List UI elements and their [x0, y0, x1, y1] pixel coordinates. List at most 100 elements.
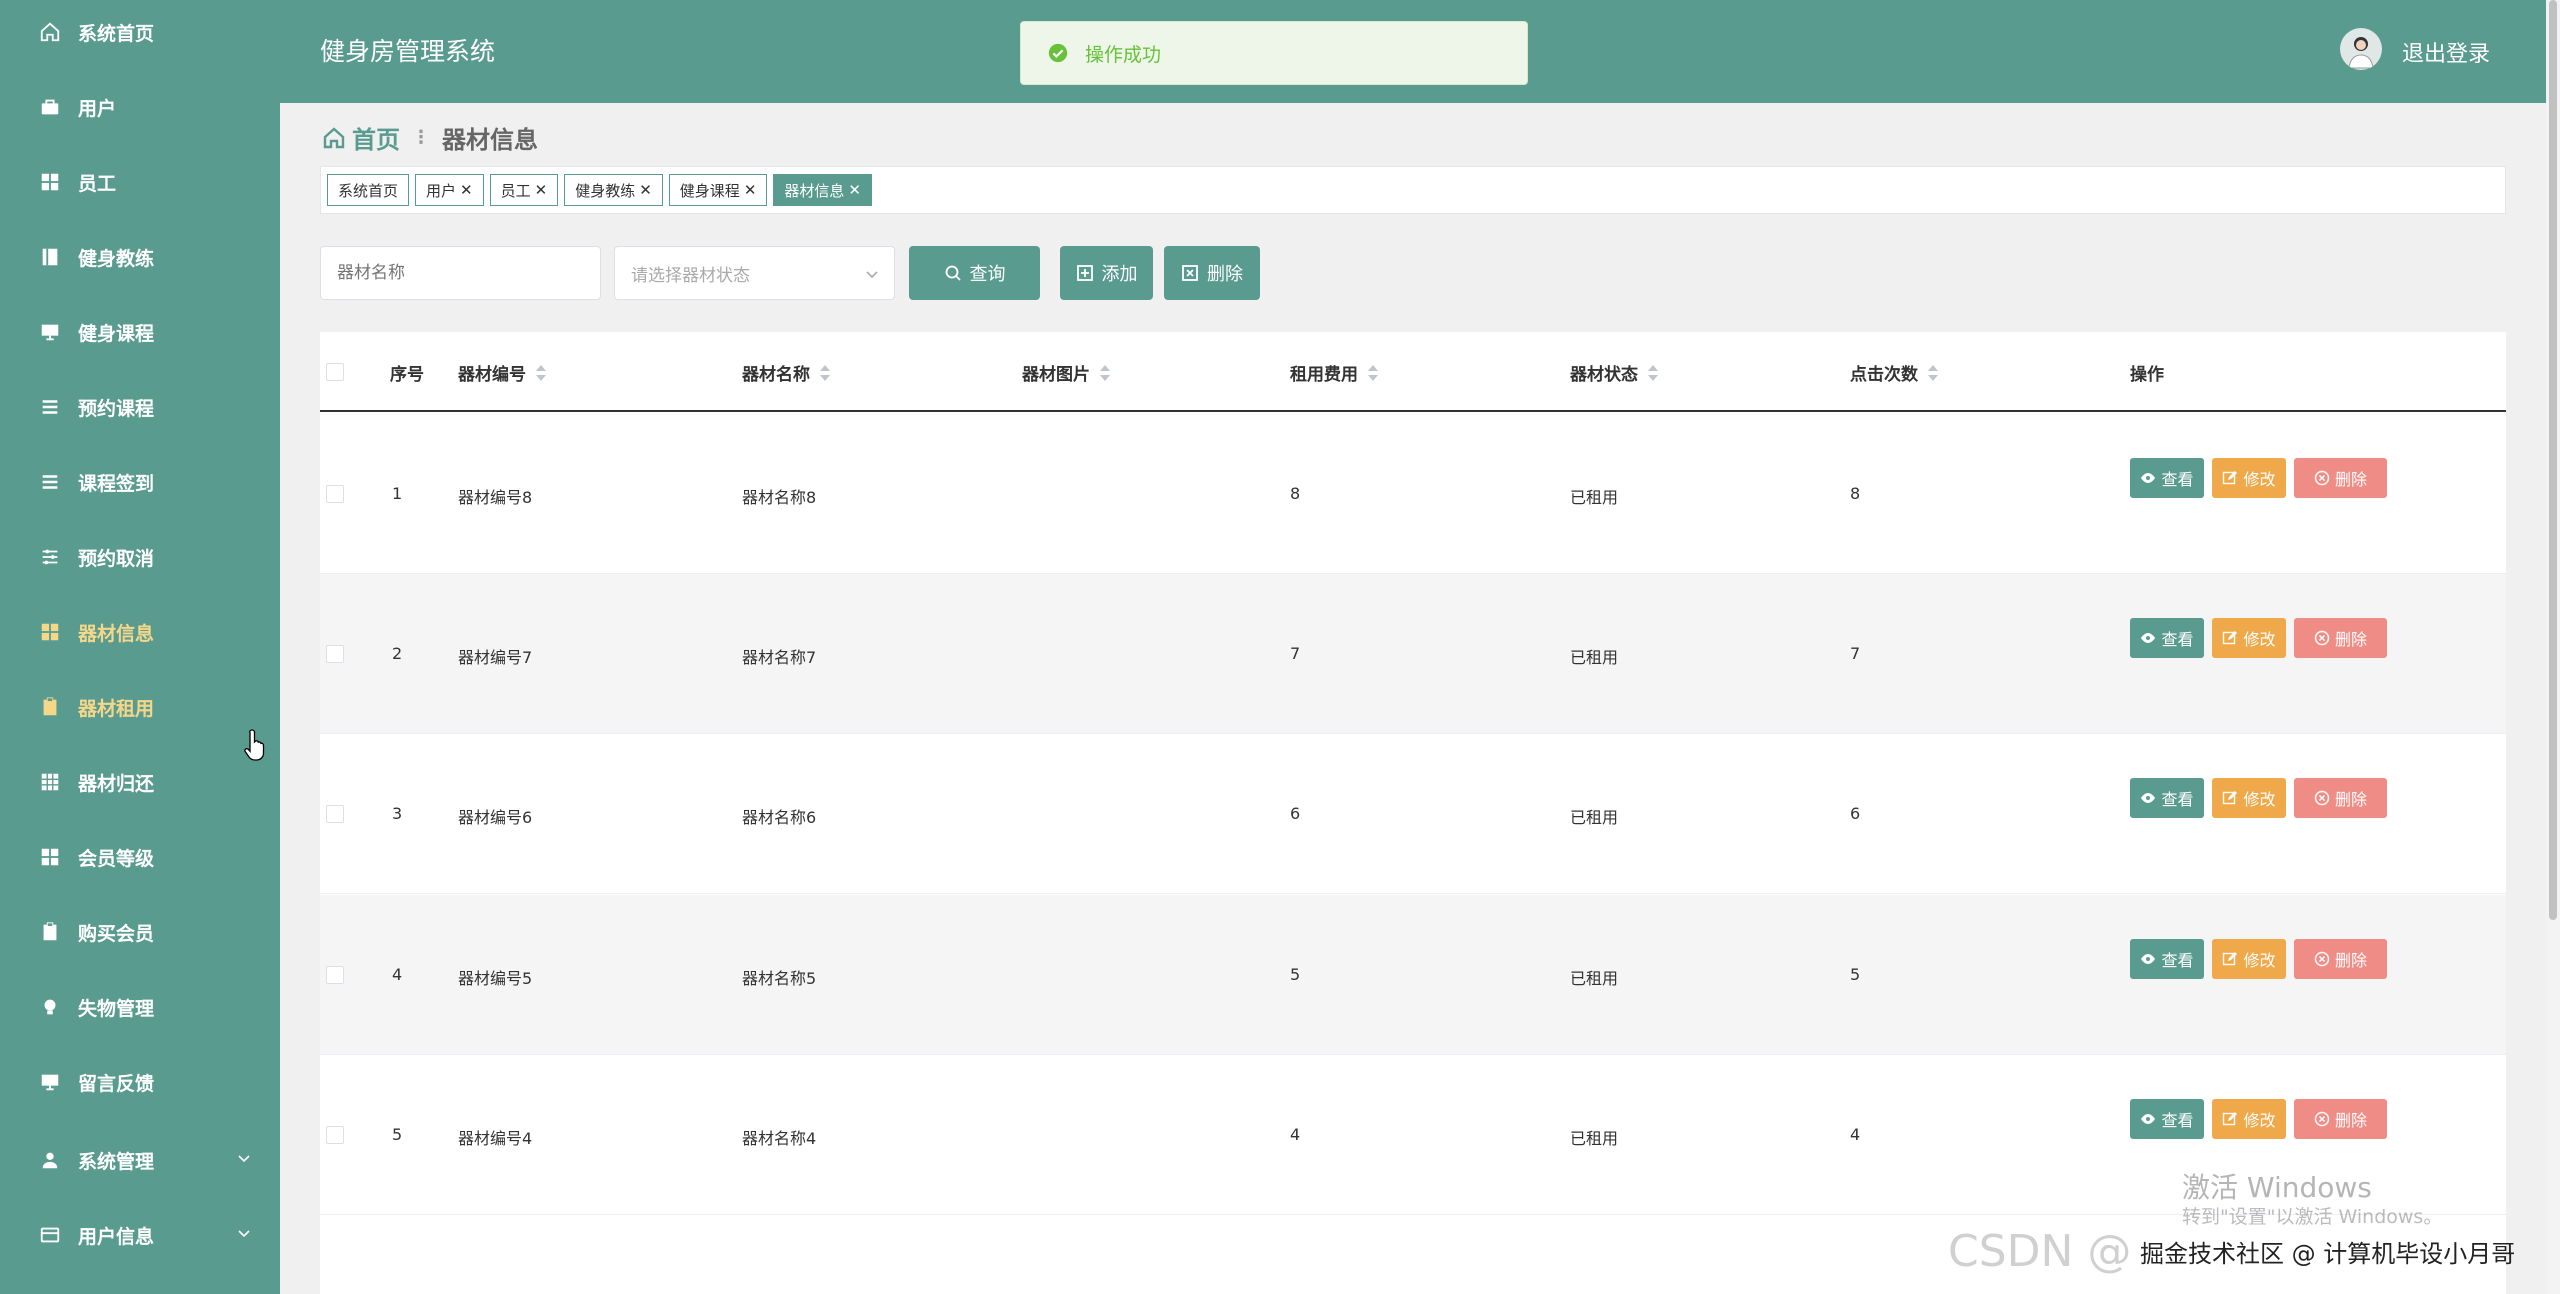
eye-icon [2141, 793, 2156, 803]
query-button[interactable]: 查询 [909, 246, 1040, 300]
close-circle-icon [2314, 951, 2330, 967]
sidebar-item-15[interactable]: 系统管理 [0, 1135, 280, 1185]
close-icon[interactable]: ✕ [848, 181, 861, 199]
view-button[interactable]: 查看 [2130, 778, 2204, 818]
sidebar-item-14[interactable]: 留言反馈 [0, 1057, 280, 1107]
sidebar-item-1[interactable]: 用户 [0, 82, 280, 132]
sidebar-item-6[interactable]: 课程签到 [0, 457, 280, 507]
sidebar-item-0[interactable]: 系统首页 [0, 7, 280, 57]
sidebar-item-13[interactable]: 失物管理 [0, 982, 280, 1032]
column-header-image[interactable]: 器材图片 [1022, 360, 1110, 385]
view-button[interactable]: 查看 [2130, 618, 2204, 658]
equipment-name-input[interactable] [320, 246, 601, 300]
edit-button[interactable]: 修改 [2212, 778, 2286, 818]
delete-button[interactable]: 删除 [2294, 939, 2387, 979]
row-checkbox[interactable] [326, 1126, 344, 1144]
close-icon[interactable]: ✕ [639, 181, 652, 199]
delete-button[interactable]: 删除 [2294, 1099, 2387, 1139]
row-checkbox[interactable] [326, 485, 344, 503]
delete-button[interactable]: 删除 [2294, 778, 2387, 818]
sidebar-item-label: 系统首页 [78, 22, 155, 45]
sidebar-item-11[interactable]: 会员等级 [0, 832, 280, 882]
sort-icon[interactable] [1648, 364, 1658, 381]
edit-button[interactable]: 修改 [2212, 618, 2286, 658]
close-circle-icon [2314, 790, 2330, 806]
cell-status: 已租用 [1570, 488, 1619, 507]
sidebar-icon [38, 395, 62, 419]
tag-1[interactable]: 用户 ✕ [415, 174, 484, 206]
edit-button[interactable]: 修改 [2212, 1099, 2286, 1139]
view-button[interactable]: 查看 [2130, 458, 2204, 498]
sort-icon[interactable] [1100, 364, 1110, 381]
sidebar-item-10[interactable]: 器材归还 [0, 757, 280, 807]
close-icon[interactable]: ✕ [744, 181, 757, 199]
delete-button[interactable]: 删除 [2294, 458, 2387, 498]
breadcrumb-home[interactable]: 首页 [322, 120, 400, 155]
sidebar-icon [38, 1070, 62, 1094]
equipment-status-select[interactable]: 请选择器材状态 [614, 246, 895, 300]
batch-delete-button-label: 删除 [1207, 264, 1243, 285]
view-button[interactable]: 查看 [2130, 939, 2204, 979]
sidebar-item-5[interactable]: 预约课程 [0, 382, 280, 432]
batch-delete-button[interactable]: 删除 [1164, 246, 1260, 300]
column-header-name[interactable]: 器材名称 [742, 360, 830, 385]
sort-icon[interactable] [1928, 364, 1938, 381]
sidebar-item-9[interactable]: 器材租用 [0, 682, 280, 732]
column-header-clicks[interactable]: 点击次数 [1850, 360, 1938, 385]
cell-status: 已租用 [1570, 808, 1619, 827]
cell-clicks: 6 [1850, 804, 1861, 823]
cell-name: 器材名称6 [742, 808, 817, 827]
sidebar-item-label: 预约取消 [78, 547, 155, 570]
edit-button[interactable]: 修改 [2212, 939, 2286, 979]
tag-5[interactable]: 器材信息 ✕ [773, 174, 872, 206]
top-header: 健身房管理系统 操作成功 退出登录 [280, 0, 2546, 103]
cell-index: 3 [392, 804, 403, 823]
sidebar-icon [38, 320, 62, 344]
cell-name: 器材名称8 [742, 488, 817, 507]
column-header-status[interactable]: 器材状态 [1570, 360, 1658, 385]
sidebar-item-4[interactable]: 健身课程 [0, 307, 280, 357]
cell-fee: 5 [1290, 965, 1301, 984]
sidebar-item-7[interactable]: 预约取消 [0, 532, 280, 582]
edit-button[interactable]: 修改 [2212, 458, 2286, 498]
add-button[interactable]: 添加 [1060, 246, 1153, 300]
tag-2[interactable]: 员工 ✕ [489, 174, 559, 206]
sidebar-icon [38, 1223, 62, 1247]
tag-3[interactable]: 健身教练 ✕ [564, 174, 663, 206]
column-header-fee[interactable]: 租用费用 [1290, 360, 1378, 385]
delete-button[interactable]: 删除 [2294, 618, 2387, 658]
row-checkbox[interactable] [326, 966, 344, 984]
sort-icon[interactable] [820, 364, 830, 381]
avatar[interactable] [2340, 28, 2382, 70]
sidebar-item-12[interactable]: 购买会员 [0, 907, 280, 957]
row-checkbox[interactable] [326, 645, 344, 663]
tag-0[interactable]: 系统首页 [327, 174, 410, 206]
row-checkbox[interactable] [326, 805, 344, 823]
check-circle-icon [1048, 43, 1068, 63]
sidebar-item-16[interactable]: 用户信息 [0, 1210, 280, 1260]
sort-icon[interactable] [536, 364, 546, 381]
sort-icon[interactable] [1368, 364, 1378, 381]
sidebar-item-label: 用户 [78, 97, 117, 120]
view-button[interactable]: 查看 [2130, 1099, 2204, 1139]
scrollbar-thumb[interactable] [2549, 0, 2557, 920]
select-all-checkbox[interactable] [326, 363, 344, 381]
close-icon[interactable]: ✕ [535, 181, 548, 199]
sidebar-item-3[interactable]: 健身教练 [0, 232, 280, 282]
tag-4[interactable]: 健身课程 ✕ [668, 174, 768, 206]
page-scrollbar[interactable] [2546, 0, 2560, 1294]
close-icon[interactable]: ✕ [460, 181, 473, 199]
tag-label: 器材信息 [784, 181, 845, 200]
breadcrumb-current: 器材信息 [442, 126, 538, 154]
sidebar-item-2[interactable]: 员工 [0, 157, 280, 207]
table-header: 序号 器材编号 器材名称 器材图片 租用费用 器材状态 点击次数 操作 [320, 332, 2506, 412]
success-toast: 操作成功 [1020, 21, 1528, 85]
logout-link[interactable]: 退出登录 [2402, 36, 2490, 68]
cell-index: 4 [392, 965, 403, 984]
sidebar-item-8[interactable]: 器材信息 [0, 607, 280, 657]
column-header-code[interactable]: 器材编号 [458, 360, 546, 385]
edit-button-label: 修改 [2243, 630, 2276, 649]
cell-fee: 8 [1290, 484, 1301, 503]
delete-button-label: 删除 [2334, 951, 2367, 970]
edit-button-label: 修改 [2243, 790, 2276, 809]
